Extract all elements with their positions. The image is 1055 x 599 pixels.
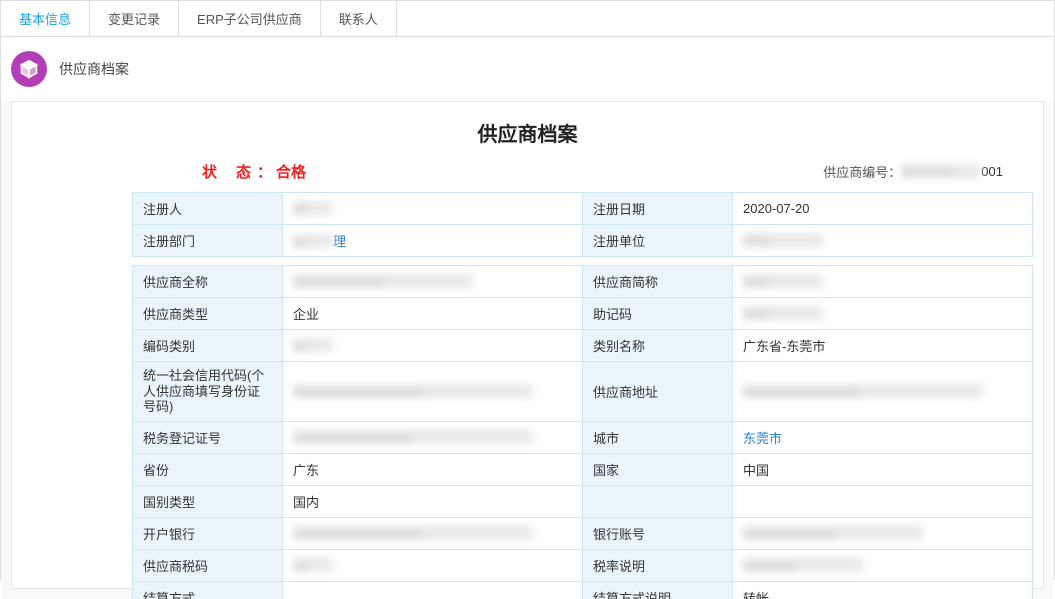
reg-date-value: 2020-07-20 (733, 193, 1033, 225)
settle-value (283, 581, 583, 599)
city-label: 城市 (583, 421, 733, 453)
short-name-value: xxxx (733, 266, 1033, 298)
status-colon: ： (257, 161, 272, 182)
status-label: 状 态 (202, 161, 253, 182)
settle-desc-value: 转帐 (733, 581, 1033, 599)
table-row: 开户银行 xxxxxxxxxxxxxxxxxxxx 银行账号 xxxxxxxxx… (133, 517, 1033, 549)
tax-reg-value: xxxxxxxxxxxxxxxxxx (283, 421, 583, 453)
country-value: 中国 (733, 453, 1033, 485)
country-type-value: 国内 (283, 485, 583, 517)
table-row: 编码类别 xx 类别名称 广东省-东莞市 (133, 330, 1033, 362)
registrant-label: 注册人 (133, 193, 283, 225)
country-label: 国家 (583, 453, 733, 485)
tax-reg-label: 税务登记证号 (133, 421, 283, 453)
uscc-label: 统一社会信用代码(个人供应商填写身份证号码) (133, 362, 283, 422)
status-row: 状 态 ： 合格 供应商编号： xxxxxxxx001 (12, 161, 1043, 192)
settle-label: 结算方式 (133, 581, 283, 599)
full-name-value: xxxxxxxxxxxxxx (283, 266, 583, 298)
reg-unit-value: xxxx (733, 225, 1033, 257)
registrant-value: xx (283, 193, 583, 225)
uscc-value: xxxxxxxxxxxxxxxxxxxx (283, 362, 583, 422)
document-title: 供应商档案 (12, 112, 1043, 161)
status-value: 合格 (276, 161, 306, 182)
table-row: 国别类型 国内 (133, 485, 1033, 517)
cube-icon (11, 51, 47, 87)
bank-label: 开户银行 (133, 517, 283, 549)
reg-date-label: 注册日期 (583, 193, 733, 225)
supplier-addr-value: xxxxxxxxxxxxxxxxxx (733, 362, 1033, 422)
tab-contacts[interactable]: 联系人 (321, 1, 397, 36)
blank-label (583, 485, 733, 517)
supplier-addr-label: 供应商地址 (583, 362, 733, 422)
reg-dept-label: 注册部门 (133, 225, 283, 257)
province-value: 广东 (283, 453, 583, 485)
tab-basic-info[interactable]: 基本信息 (1, 1, 90, 36)
table-row: 税务登记证号 xxxxxxxxxxxxxxxxxx 城市 东莞市 (133, 421, 1033, 453)
category-name-label: 类别名称 (583, 330, 733, 362)
tax-code-value: xx (283, 549, 583, 581)
bank-value: xxxxxxxxxxxxxxxxxxxx (283, 517, 583, 549)
tab-erp-subsidiary[interactable]: ERP子公司供应商 (179, 1, 321, 36)
supplier-type-value: 企业 (283, 298, 583, 330)
table-row: 统一社会信用代码(个人供应商填写身份证号码) xxxxxxxxxxxxxxxxx… (133, 362, 1033, 422)
short-name-label: 供应商简称 (583, 266, 733, 298)
city-value[interactable]: 东莞市 (733, 421, 1033, 453)
tax-desc-label: 税率说明 (583, 549, 733, 581)
table-row: 结算方式 结算方式说明 转帐 (133, 581, 1033, 599)
content-area: 供应商档案 状 态 ： 合格 供应商编号： xxxxxxxx001 注册人 xx… (1, 101, 1054, 599)
page-title: 供应商档案 (59, 59, 129, 79)
code-category-value: xx (283, 330, 583, 362)
tab-change-log[interactable]: 变更记录 (90, 1, 179, 36)
category-name-value: 广东省-东莞市 (733, 330, 1033, 362)
tax-desc-value: xxxxxxxx (733, 549, 1033, 581)
registration-table: 注册人 xx 注册日期 2020-07-20 注册部门 xx理 注册单位 xxx… (132, 192, 1033, 257)
supplier-detail-table: 供应商全称 xxxxxxxxxxxxxx 供应商简称 xxxx 供应商类型 企业… (132, 265, 1033, 599)
page-header: 供应商档案 (1, 37, 1054, 101)
supplier-type-label: 供应商类型 (133, 298, 283, 330)
settle-desc-label: 结算方式说明 (583, 581, 733, 599)
table-row: 注册部门 xx理 注册单位 xxxx (133, 225, 1033, 257)
table-row: 注册人 xx 注册日期 2020-07-20 (133, 193, 1033, 225)
blank-value (733, 485, 1033, 517)
mnemonic-label: 助记码 (583, 298, 733, 330)
table-row: 供应商类型 企业 助记码 xxxx (133, 298, 1033, 330)
table-row: 供应商全称 xxxxxxxxxxxxxx 供应商简称 xxxx (133, 266, 1033, 298)
bank-acct-value: xxxxxxxxxxxxxx (733, 517, 1033, 549)
tab-bar: 基本信息 变更记录 ERP子公司供应商 联系人 (1, 1, 1054, 37)
table-row: 供应商税码 xx 税率说明 xxxxxxxx (133, 549, 1033, 581)
table-row: 省份 广东 国家 中国 (133, 453, 1033, 485)
supplier-no-label: 供应商编号： (823, 162, 901, 181)
supplier-no-value: xxxxxxxx001 (901, 164, 1003, 179)
reg-dept-value[interactable]: xx理 (283, 225, 583, 257)
country-type-label: 国别类型 (133, 485, 283, 517)
province-label: 省份 (133, 453, 283, 485)
tax-code-label: 供应商税码 (133, 549, 283, 581)
mnemonic-value: xxxx (733, 298, 1033, 330)
full-name-label: 供应商全称 (133, 266, 283, 298)
code-category-label: 编码类别 (133, 330, 283, 362)
reg-unit-label: 注册单位 (583, 225, 733, 257)
bank-acct-label: 银行账号 (583, 517, 733, 549)
